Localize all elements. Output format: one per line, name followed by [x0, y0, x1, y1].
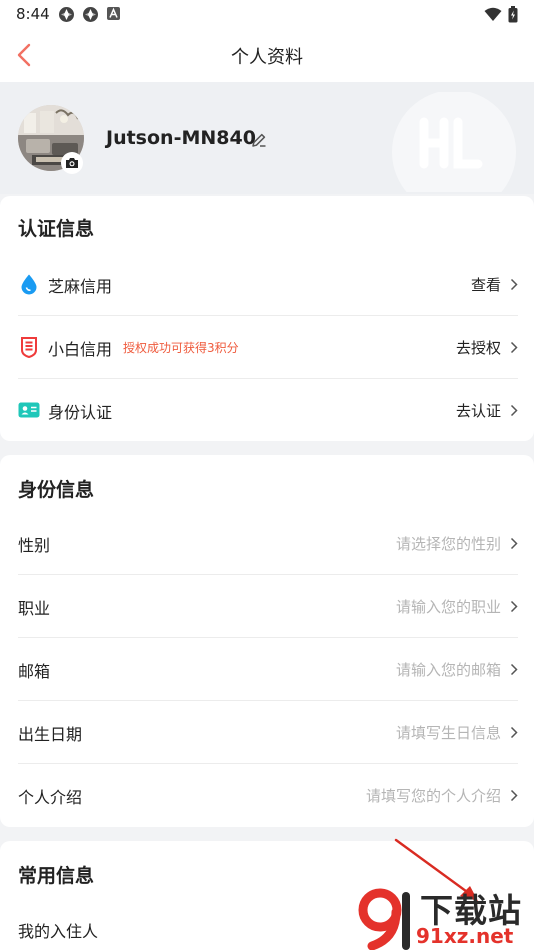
- chevron-right-icon: [510, 600, 518, 613]
- change-avatar-button[interactable]: [61, 152, 83, 174]
- auth-row-sesame[interactable]: 芝麻信用 查看: [0, 253, 534, 316]
- chevron-right-icon: [510, 278, 518, 291]
- row-placeholder: 请填写生日信息: [395, 724, 501, 742]
- chevron-right-icon: [510, 404, 518, 417]
- row-label: 出生日期: [18, 725, 83, 744]
- auth-info-card: 认证信息 芝麻信用 查看 小白信用 授权成功可获得3积分 去授权 身份认证 去认…: [0, 196, 534, 441]
- row-label: 邮箱: [18, 662, 51, 681]
- row-label: 性别: [18, 536, 51, 555]
- row-label: 芝麻信用: [48, 277, 113, 296]
- row-value: 去授权: [455, 339, 501, 357]
- chevron-right-icon: [510, 537, 518, 550]
- identity-row-birthday[interactable]: 出生日期 请填写生日信息: [0, 701, 534, 764]
- chevron-right-icon: [510, 726, 518, 739]
- reward-hint: 授权成功可获得3积分: [123, 341, 239, 355]
- identity-row-gender[interactable]: 性别 请选择您的性别: [0, 512, 534, 575]
- chevron-right-icon: [510, 663, 518, 676]
- auth-row-xiaobai[interactable]: 小白信用 授权成功可获得3积分 去授权: [0, 316, 534, 379]
- section-title: 认证信息: [18, 218, 95, 240]
- system-icons: [484, 6, 518, 23]
- battery-icon: [508, 6, 518, 23]
- app-notification-icon: [59, 7, 74, 22]
- pencil-icon[interactable]: [250, 131, 268, 149]
- watermark-logo-icon: [358, 888, 410, 950]
- status-bar: 8:44: [0, 0, 534, 28]
- notification-icons: [58, 6, 121, 23]
- row-label: 我的入住人: [18, 922, 99, 941]
- profile-header: Jutson-MN840: [0, 82, 534, 194]
- identity-row-bio[interactable]: 个人介绍 请填写您的个人介绍: [0, 764, 534, 827]
- xiaobai-credit-icon: [21, 337, 37, 358]
- chevron-right-icon: [510, 341, 518, 354]
- camera-icon: [66, 158, 78, 168]
- row-value: 去认证: [455, 402, 501, 420]
- row-placeholder: 请填写您的个人介绍: [365, 787, 501, 805]
- chevron-right-icon: [510, 789, 518, 802]
- row-placeholder: 请选择您的性别: [395, 535, 501, 553]
- section-title: 常用信息: [18, 865, 95, 887]
- row-label: 个人介绍: [18, 788, 83, 807]
- wifi-icon: [484, 7, 502, 21]
- row-label: 职业: [18, 599, 51, 618]
- a-notification-icon: [107, 7, 120, 20]
- status-time: 8:44: [16, 5, 50, 23]
- identity-info-card: 身份信息 性别 请选择您的性别 职业 请输入您的职业 邮箱 请输入您的邮箱 出生…: [0, 455, 534, 827]
- site-watermark: 下载站 91xz.net: [358, 884, 530, 950]
- brand-watermark-icon: [392, 92, 516, 192]
- identity-row-occupation[interactable]: 职业 请输入您的职业: [0, 575, 534, 638]
- username: Jutson-MN840: [106, 127, 256, 149]
- row-placeholder: 请输入您的职业: [395, 598, 501, 616]
- watermark-url: 91xz.net: [416, 924, 514, 948]
- auth-row-identity[interactable]: 身份认证 去认证: [0, 379, 534, 442]
- row-placeholder: 请输入您的邮箱: [395, 661, 501, 679]
- page-title: 个人资料: [231, 47, 303, 68]
- sesame-credit-icon: [21, 274, 37, 295]
- id-card-icon: [18, 402, 40, 418]
- identity-row-email[interactable]: 邮箱 请输入您的邮箱: [0, 638, 534, 701]
- section-title: 身份信息: [18, 479, 95, 501]
- nav-bar: 个人资料: [0, 28, 534, 82]
- row-label: 身份认证: [48, 403, 113, 422]
- row-value: 查看: [470, 276, 501, 294]
- app-notification-icon: [83, 7, 98, 22]
- row-label: 小白信用: [48, 340, 113, 359]
